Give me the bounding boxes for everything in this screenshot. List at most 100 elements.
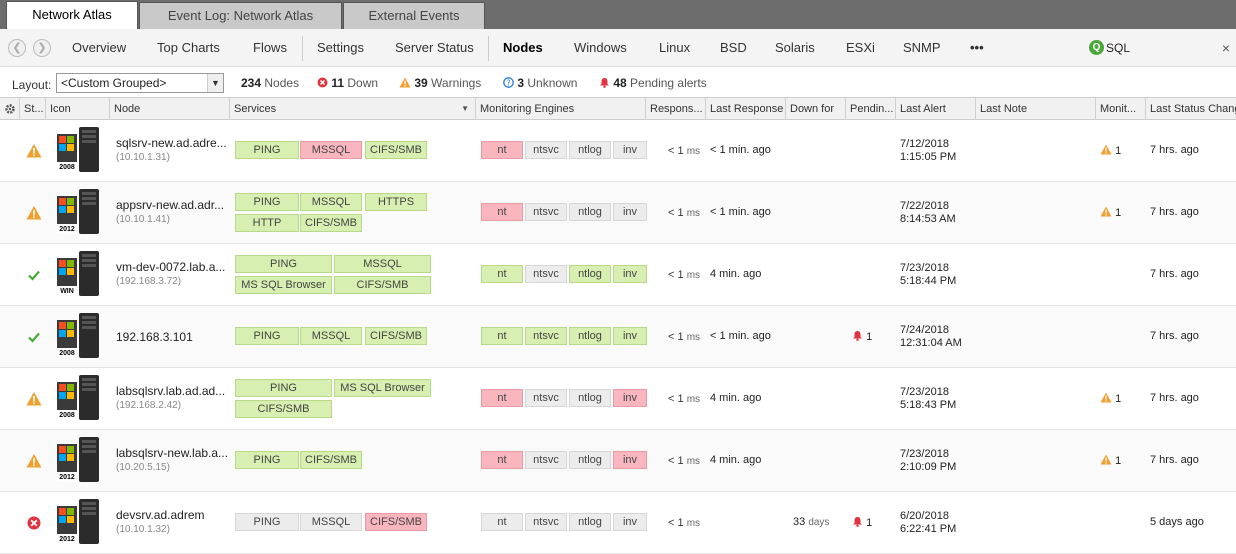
engine-badge[interactable]: inv [613,327,647,345]
search-box[interactable]: Q SQL × [1089,39,1234,59]
service-badge[interactable]: PING [235,141,299,159]
service-badge[interactable]: MS SQL Browser [334,379,431,397]
nav-server-status[interactable]: Server Status [395,40,474,55]
last-alert[interactable]: 6/20/2018 6:22:41 PM [900,510,956,536]
column-last-status-change[interactable]: Last Status Change [1146,98,1236,120]
service-badge[interactable]: MSSQL [334,255,431,273]
service-badge[interactable]: MSSQL [300,193,362,211]
service-badge[interactable]: PING [235,193,299,211]
engine-badge[interactable]: ntlog [569,327,611,345]
last-alert[interactable]: 7/23/2018 5:18:43 PM [900,386,956,412]
column-monitors[interactable]: Monit... [1096,98,1146,120]
nodes-count-stat[interactable]: 234 Nodes [241,76,299,90]
service-badge[interactable]: HTTP [235,214,299,232]
engine-badge[interactable]: ntlog [569,513,611,531]
engine-badge[interactable]: nt [481,203,523,221]
monitors-warning[interactable]: 1 [1100,454,1121,467]
tab-network-atlas[interactable]: Network Atlas [6,1,138,29]
pending-alerts-stat[interactable]: 48 Pending alerts [599,76,707,90]
tab-external-events[interactable]: External Events [343,2,485,29]
service-badge[interactable]: CIFS/SMB [334,276,431,294]
engine-badge[interactable]: nt [481,327,523,345]
search-input[interactable]: SQL [1106,41,1130,55]
table-row[interactable]: 2012 devsrv.ad.adrem (10.10.1.32) PING MSSQL… [0,492,1236,554]
nav-settings[interactable]: Settings [317,40,364,55]
clear-search-icon[interactable]: × [1222,40,1230,56]
nav-nodes[interactable]: Nodes [503,40,543,55]
down-count-stat[interactable]: 11 Down [317,76,378,90]
table-row[interactable]: WIN vm-dev-0072.lab.a... (192.168.3.72) PIN… [0,244,1236,306]
nav-overview[interactable]: Overview [72,40,126,55]
table-row[interactable]: 2012 appsrv-new.ad.adr... (10.10.1.41) PING… [0,182,1236,244]
engine-badge[interactable]: inv [613,451,647,469]
engine-badge[interactable]: nt [481,389,523,407]
service-badge[interactable]: MSSQL [300,141,362,159]
service-badge[interactable]: CIFS/SMB [300,214,362,232]
arrow-right-icon[interactable]: ❯ [33,39,51,57]
engine-badge[interactable]: nt [481,141,523,159]
arrow-left-icon[interactable]: ❮ [8,39,26,57]
column-settings-icon[interactable] [0,98,20,120]
more-menu-icon[interactable]: ••• [970,40,984,55]
service-badge[interactable]: PING [235,327,299,345]
service-badge[interactable]: MSSQL [300,327,362,345]
last-alert[interactable]: 7/22/2018 8:14:53 AM [900,200,956,226]
nav-flows[interactable]: Flows [253,40,287,55]
tab-event-log[interactable]: Event Log: Network Atlas [139,2,342,29]
engine-badge[interactable]: ntsvc [525,141,567,159]
service-badge[interactable]: MSSQL [300,513,362,531]
nav-esxi[interactable]: ESXi [846,40,875,55]
engine-badge[interactable]: ntlog [569,203,611,221]
last-alert[interactable]: 7/23/2018 5:18:44 PM [900,262,956,288]
unknown-count-stat[interactable]: ? 3 Unknown [503,76,577,90]
service-badge[interactable]: PING [235,379,332,397]
table-row[interactable]: 2008 sqlsrv-new.ad.adre... (10.10.1.31) PIN… [0,120,1236,182]
table-row[interactable]: 2008 192.168.3.101 PING MSSQL CIFS/SMB nt ntsv… [0,306,1236,368]
engine-badge[interactable]: ntsvc [525,265,567,283]
engine-badge[interactable]: nt [481,451,523,469]
pending-alerts[interactable]: 1 [852,516,872,529]
column-icon[interactable]: Icon [46,98,110,120]
column-services[interactable]: Services ▼ [230,98,476,120]
monitors-warning[interactable]: 1 [1100,206,1121,219]
engine-badge[interactable]: ntsvc [525,327,567,345]
service-badge[interactable]: PING [235,451,299,469]
column-status[interactable]: St... [20,98,46,120]
node-name[interactable]: labsqlsrv-new.lab.a... [116,446,228,460]
table-row[interactable]: 2012 labsqlsrv-new.lab.a... (10.20.5.15) PI… [0,430,1236,492]
column-last-response[interactable]: Last Response [706,98,786,120]
column-monitoring-engines[interactable]: Monitoring Engines [476,98,646,120]
service-badge[interactable]: CIFS/SMB [365,327,427,345]
service-badge[interactable]: CIFS/SMB [365,513,427,531]
engine-badge[interactable]: ntsvc [525,513,567,531]
node-name[interactable]: devsrv.ad.adrem [116,508,228,522]
service-badge[interactable]: PING [235,513,299,531]
nav-windows[interactable]: Windows [574,40,627,55]
engine-badge[interactable]: inv [613,141,647,159]
pending-alerts[interactable]: 1 [852,330,872,343]
service-badge[interactable]: PING [235,255,332,273]
nav-bsd[interactable]: BSD [720,40,747,55]
node-name[interactable]: vm-dev-0072.lab.a... [116,260,228,274]
column-down-for[interactable]: Down for [786,98,846,120]
service-badge[interactable]: HTTPS [365,193,427,211]
nav-snmp[interactable]: SNMP [903,40,941,55]
nav-linux[interactable]: Linux [659,40,690,55]
table-row[interactable]: 2008 labsqlsrv.lab.ad.ad... (192.168.2.42)… [0,368,1236,430]
engine-badge[interactable]: ntlog [569,265,611,283]
warnings-count-stat[interactable]: 39 Warnings [399,76,481,90]
chevron-down-icon[interactable]: ▼ [207,74,223,92]
nav-top-charts[interactable]: Top Charts [157,40,220,55]
service-badge[interactable]: MS SQL Browser [235,276,332,294]
service-badge[interactable]: CIFS/SMB [365,141,427,159]
engine-badge[interactable]: inv [613,513,647,531]
node-name[interactable]: 192.168.3.101 [116,330,228,344]
column-node[interactable]: Node [110,98,230,120]
service-badge[interactable]: CIFS/SMB [300,451,362,469]
engine-badge[interactable]: inv [613,265,647,283]
nav-solaris[interactable]: Solaris [775,40,815,55]
layout-select[interactable]: <Custom Grouped> ▼ [56,73,224,93]
sort-desc-icon[interactable]: ▼ [461,98,469,120]
column-response[interactable]: Respons... [646,98,706,120]
last-alert[interactable]: 7/23/2018 2:10:09 PM [900,448,956,474]
